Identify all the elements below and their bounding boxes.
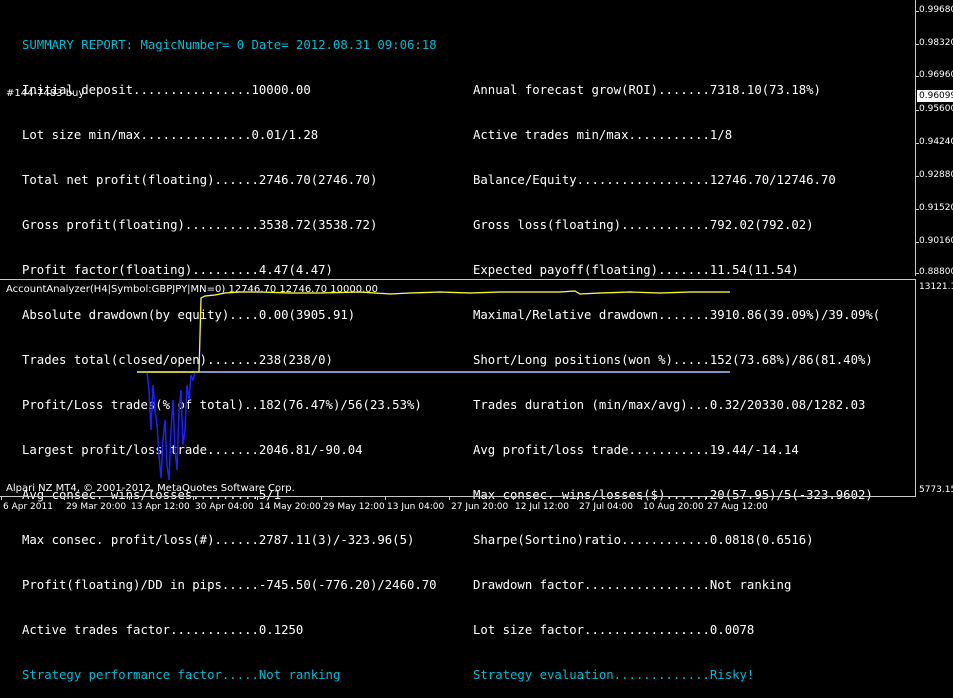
current-price-marker: 0.96099: [917, 90, 953, 102]
price-axis-label: 0.99680: [919, 5, 953, 15]
report-line: Gross loss(floating)............792.02(7…: [473, 218, 814, 232]
report-line: Expected payoff(floating).......11.54(11…: [473, 263, 799, 277]
time-label: 27 Aug 12:00: [707, 502, 768, 512]
price-axis-label: 0.88800: [919, 267, 953, 277]
trade-label[interactable]: #144-7483 buy: [6, 88, 84, 99]
time-label: 14 May 20:00: [259, 502, 321, 512]
report-line: Drawdown factor.................Not rank…: [473, 578, 792, 592]
indicator-axis-bottom: 5773.15: [919, 485, 953, 495]
time-label: 6 Apr 2011: [3, 502, 53, 512]
price-axis-label: 0.94240: [919, 137, 953, 147]
report-line: Profit factor(floating).........4.47(4.4…: [22, 263, 333, 277]
report-line: Balance/Equity..................12746.70…: [473, 173, 836, 187]
axis-tick: [193, 496, 194, 500]
indicator-axis-top: 13121.1: [919, 282, 953, 292]
time-label: 29 Mar 20:00: [66, 502, 127, 512]
report-line: Annual forecast grow(ROI).......7318.10(…: [473, 83, 821, 97]
report-line: Strategy performance factor.....Not rank…: [22, 668, 341, 682]
axis-tick: [449, 496, 450, 500]
price-axis-label: 0.91520: [919, 203, 953, 213]
time-label: 10 Aug 20:00: [643, 502, 704, 512]
price-axis-label: 0.96960: [919, 70, 953, 80]
axis-tick: [129, 496, 130, 500]
report-title: SUMMARY REPORT: MagicNumber= 0 Date= 201…: [22, 38, 437, 52]
axis-tick: [64, 496, 65, 500]
report-line: Active trades min/max...........1/8: [473, 128, 733, 142]
report-line: Total net profit(floating)......2746.70(…: [22, 173, 378, 187]
report-line: Active trades factor............0.1250: [22, 623, 304, 637]
axis-tick: [577, 496, 578, 500]
price-axis-label: 0.90160: [919, 236, 953, 246]
copyright-text: Alpari NZ MT4, © 2001-2012, MetaQuotes S…: [6, 483, 295, 494]
axis-tick: [705, 496, 706, 500]
price-axis-label: 0.95600: [919, 104, 953, 114]
axis-tick: [513, 496, 514, 500]
report-line: Max consec. profit/loss(#)......2787.11(…: [22, 533, 415, 547]
report-line: Lot size factor.................0.0078: [473, 623, 755, 637]
balance-line: [137, 290, 730, 373]
time-label: 29 May 12:00: [323, 502, 385, 512]
time-label: 13 Jun 04:00: [387, 502, 445, 512]
axis-tick: [385, 496, 386, 500]
axis-tick: [257, 496, 258, 500]
report-line: Profit(floating)/DD in pips.....-745.50(…: [22, 578, 437, 592]
axis-tick: [641, 496, 642, 500]
time-label: 12 Jul 12:00: [515, 502, 569, 512]
indicator-chart: [137, 290, 730, 481]
report-line: Strategy evaluation.............Risky!: [473, 668, 755, 682]
time-label: 27 Jun 20:00: [451, 502, 509, 512]
equity-line: [137, 290, 730, 481]
axis-tick: [1, 496, 2, 500]
axis-tick: [321, 496, 322, 500]
time-label: 30 Apr 04:00: [195, 502, 254, 512]
time-label: 27 Jul 04:00: [579, 502, 633, 512]
report-line: Gross profit(floating)..........3538.72(…: [22, 218, 378, 232]
price-axis-label: 0.98320: [919, 38, 953, 48]
price-axis-label: 0.92880: [919, 170, 953, 180]
report-line: Lot size min/max...............0.01/1.28: [22, 128, 319, 142]
time-label: 13 Apr 12:00: [131, 502, 190, 512]
report-line: Sharpe(Sortino)ratio............0.0818(0…: [473, 533, 814, 547]
